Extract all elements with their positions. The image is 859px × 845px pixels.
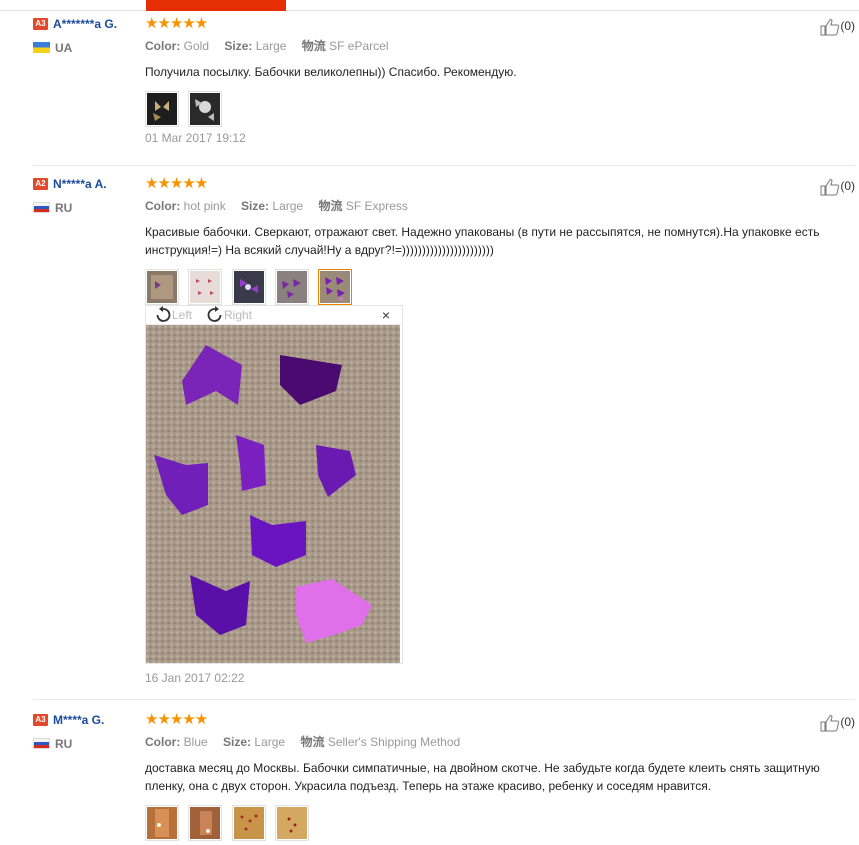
review-photo-thumbnail[interactable] xyxy=(275,805,310,841)
review-photo-thumbnail[interactable] xyxy=(145,805,179,841)
reviewer-name: A*******a G. xyxy=(53,16,118,31)
shipping-label: 物流 xyxy=(301,39,326,53)
reviewer-country: UA xyxy=(33,40,143,55)
rotate-right-icon xyxy=(207,306,222,322)
size-label: Size: xyxy=(241,199,270,213)
helpful-count: (0) xyxy=(840,715,855,730)
color-value: hot pink xyxy=(183,199,226,213)
shipping-value: Seller's Shipping Method xyxy=(327,735,461,749)
tab-bar xyxy=(0,0,859,11)
photo-viewer: Left Right × xyxy=(145,305,403,664)
expanded-review-photo xyxy=(146,325,400,663)
size-label: Size: xyxy=(223,735,252,749)
russia-flag-icon xyxy=(33,738,50,750)
helpful-count: (0) xyxy=(840,179,855,194)
shipping-value: SF Express xyxy=(345,199,408,213)
buyer-level-badge: A2 xyxy=(33,177,48,190)
color-label: Color: xyxy=(145,39,181,53)
rotate-right-label: Right xyxy=(224,308,253,322)
rotate-left-button[interactable]: Left xyxy=(154,306,192,324)
reviewer-country: RU xyxy=(33,736,143,751)
review-body: ★★★★★ Color: Gold Size: Large 物流 SF ePar… xyxy=(145,16,845,145)
helpful-button[interactable]: (0) xyxy=(820,178,855,196)
review-photo-thumbnail[interactable] xyxy=(188,91,223,127)
rotate-right-button[interactable]: Right xyxy=(206,306,252,324)
star-rating: ★★★★★ xyxy=(145,15,208,32)
review-text: Красивые бабочки. Сверкают, отражают све… xyxy=(145,225,820,257)
shipping-label: 物流 xyxy=(318,199,343,213)
reviewer-info: A3 A*******a G. UA xyxy=(33,16,143,55)
review-photo-thumbnail[interactable] xyxy=(231,805,266,841)
size-value: Large xyxy=(255,39,287,53)
close-viewer-button[interactable]: × xyxy=(382,306,390,324)
review-photo-thumbnail[interactable] xyxy=(231,269,266,305)
review-date: 16 Jan 2017 02:22 xyxy=(145,671,245,685)
russia-flag-icon xyxy=(33,202,50,214)
color-label: Color: xyxy=(145,199,181,213)
order-attributes: Color: Gold Size: Large 物流 SF eParcel xyxy=(145,37,845,54)
country-code: RU xyxy=(55,736,73,751)
review-photo-thumbnail[interactable] xyxy=(188,269,223,305)
review-item: A3 M****a G. RU ★★★★★ Color: Blue Size: L… xyxy=(33,712,855,842)
review-photos xyxy=(145,269,845,311)
star-rating: ★★★★★ xyxy=(145,175,208,192)
photo-viewer-toolbar: Left Right × xyxy=(146,306,402,325)
ukraine-flag-icon xyxy=(33,42,50,54)
color-value: Blue xyxy=(183,735,208,749)
shipping-label: 物流 xyxy=(300,735,325,749)
review-photo-thumbnail[interactable] xyxy=(188,805,223,841)
buyer-level-badge: A3 xyxy=(33,17,48,30)
review-photos xyxy=(145,805,845,845)
color-label: Color: xyxy=(145,735,181,749)
thumbs-up-icon xyxy=(820,179,840,196)
reviewer-country: RU xyxy=(33,200,143,215)
review-date: 01 Mar 2017 19:12 xyxy=(145,131,246,145)
thumbs-up-icon xyxy=(820,715,840,732)
buyer-level-badge: A3 xyxy=(33,713,48,726)
size-value: Large xyxy=(272,199,304,213)
review-photo-thumbnail[interactable] xyxy=(145,269,179,305)
size-label: Size: xyxy=(224,39,253,53)
review-photo-thumbnail[interactable] xyxy=(275,269,310,305)
country-code: UA xyxy=(55,40,73,55)
reviewer-info: A2 N*****a A. RU xyxy=(33,176,143,215)
review-body: ★★★★★ Color: hot pink Size: Large 物流 SF … xyxy=(145,175,845,311)
rotate-left-icon xyxy=(156,306,171,322)
rotate-left-label: Left xyxy=(172,308,193,322)
review-photos xyxy=(145,91,845,131)
reviewer-name: M****a G. xyxy=(53,712,105,727)
reviewer-info: A3 M****a G. RU xyxy=(33,712,143,751)
review-photo-thumbnail-selected[interactable] xyxy=(318,269,353,311)
star-rating: ★★★★★ xyxy=(145,711,208,728)
review-text: доставка месяц до Москвы. Бабочки симпат… xyxy=(145,761,820,793)
thumbs-up-icon xyxy=(820,19,840,36)
reviewer-name: N*****a A. xyxy=(53,176,107,191)
order-attributes: Color: hot pink Size: Large 物流 SF Expres… xyxy=(145,197,845,214)
size-value: Large xyxy=(254,735,286,749)
helpful-button[interactable]: (0) xyxy=(820,714,855,732)
review-body: ★★★★★ Color: Blue Size: Large 物流 Seller'… xyxy=(145,712,845,845)
order-attributes: Color: Blue Size: Large 物流 Seller's Ship… xyxy=(145,733,845,750)
shipping-value: SF eParcel xyxy=(329,39,389,53)
helpful-button[interactable]: (0) xyxy=(820,18,855,36)
country-code: RU xyxy=(55,200,73,215)
review-item: A3 A*******a G. UA ★★★★★ Color: Gold Size… xyxy=(33,16,855,166)
review-photo-thumbnail[interactable] xyxy=(145,91,179,127)
helpful-count: (0) xyxy=(840,19,855,34)
review-text: Получила посылку. Бабочки великолепны)) … xyxy=(145,65,517,79)
color-value: Gold xyxy=(183,39,210,53)
active-tab-indicator xyxy=(146,0,286,11)
